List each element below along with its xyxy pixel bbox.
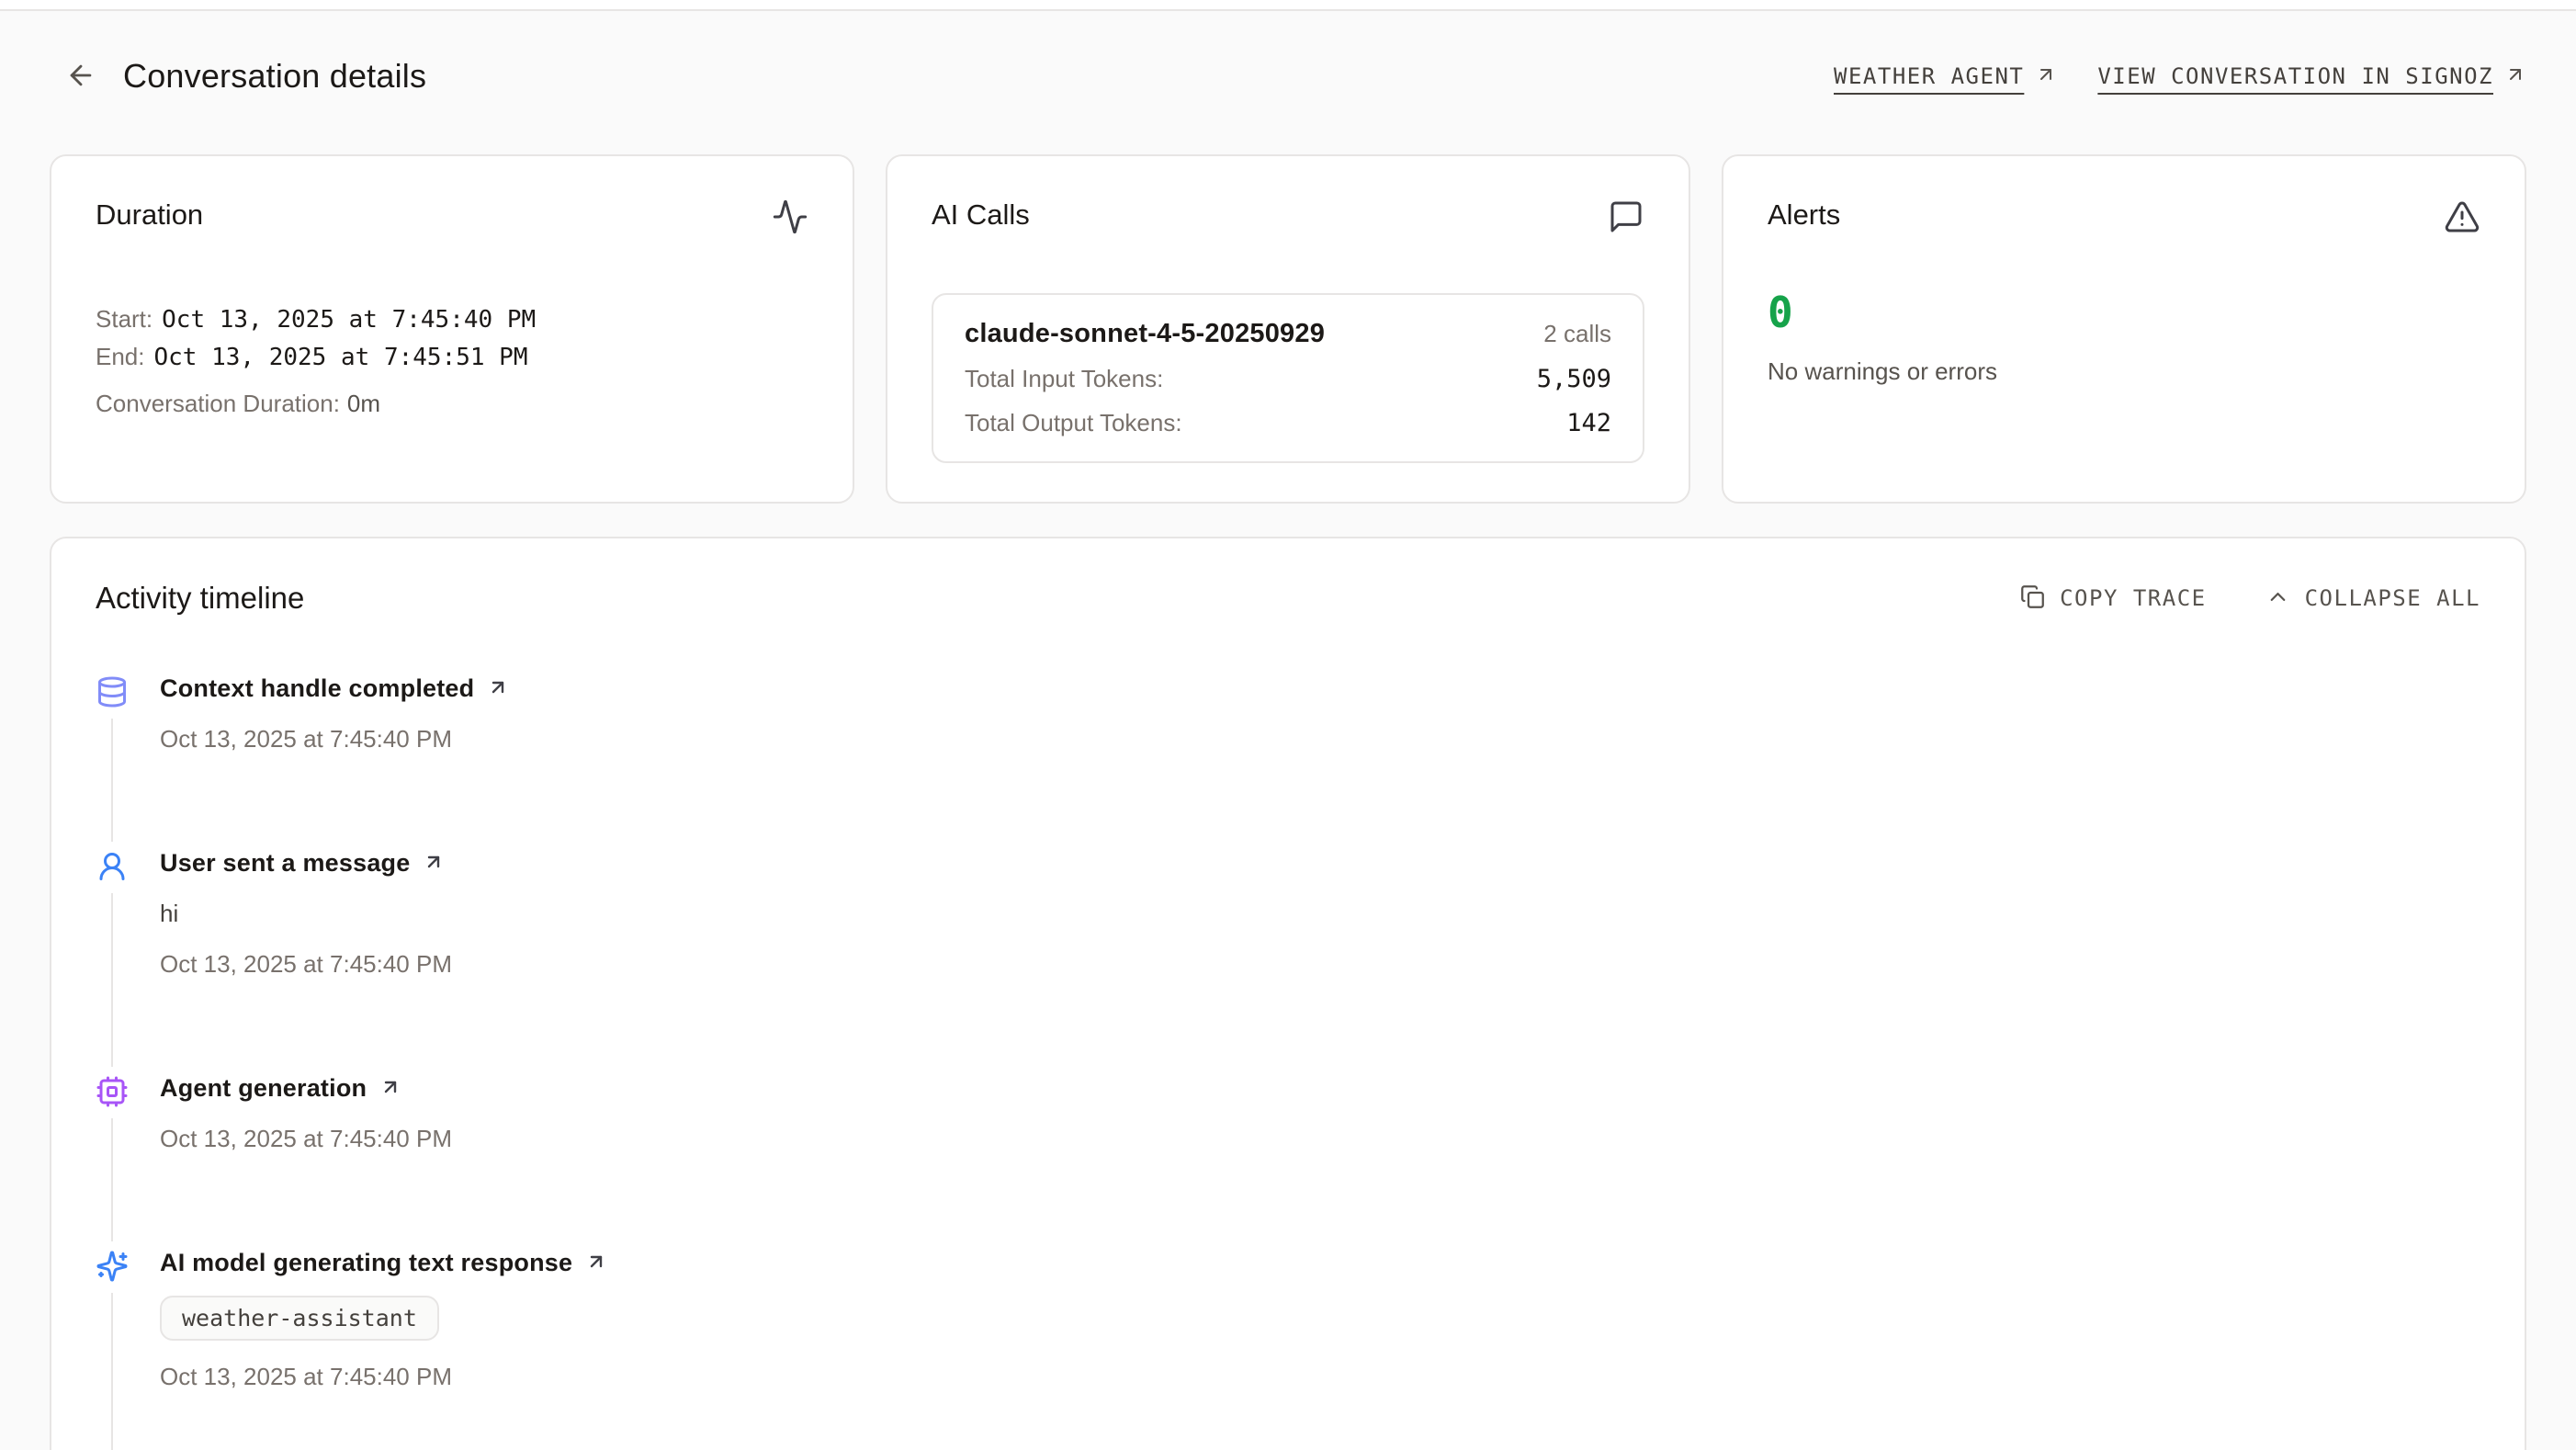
message-square-icon — [1608, 198, 1644, 240]
arrow-up-right-icon — [2504, 63, 2526, 90]
event-timestamp: Oct 13, 2025 at 7:45:40 PM — [160, 950, 452, 979]
timeline-event: Context handle completed Oct 13, 2025 at… — [96, 674, 2480, 849]
event-link[interactable]: User sent a message — [160, 849, 445, 878]
ai-calls-card: AI Calls claude-sonnet-4-5-20250929 2 ca… — [886, 154, 1690, 504]
arrow-up-right-icon — [379, 1076, 401, 1101]
activity-icon — [772, 198, 808, 240]
event-timestamp: Oct 13, 2025 at 7:45:40 PM — [160, 725, 452, 753]
weather-agent-link[interactable]: WEATHER AGENT — [1834, 63, 2057, 90]
back-button[interactable] — [62, 58, 99, 95]
copy-icon — [2020, 584, 2045, 612]
conversation-duration-value: 0m — [347, 390, 380, 417]
sparkles-icon — [96, 1250, 129, 1283]
event-link[interactable]: Context handle completed — [160, 674, 509, 703]
end-value: Oct 13, 2025 at 7:45:51 PM — [154, 344, 528, 371]
page-title: Conversation details — [123, 57, 426, 96]
duration-card-title: Duration — [96, 198, 203, 232]
collapse-all-button[interactable]: COLLAPSE ALL — [2265, 584, 2480, 612]
event-message: hi — [160, 900, 178, 928]
copy-trace-button[interactable]: COPY TRACE — [2020, 584, 2207, 612]
timeline-event: Agent generation Oct 13, 2025 at 7:45:40… — [96, 1074, 2480, 1249]
duration-start-row: Start:Oct 13, 2025 at 7:45:40 PM — [96, 300, 808, 338]
view-conversation-in-signoz-link[interactable]: VIEW CONVERSATION IN SIGNOZ — [2097, 63, 2526, 90]
timeline-event: User sent a message hi Oct 13, 2025 at 7… — [96, 849, 2480, 1074]
event-timestamp: Oct 13, 2025 at 7:45:40 PM — [160, 1363, 452, 1391]
arrow-up-right-icon — [487, 676, 509, 701]
alerts-message: No warnings or errors — [1768, 357, 2480, 386]
model-name: claude-sonnet-4-5-20250929 — [965, 319, 1325, 349]
input-tokens-label: Total Input Tokens: — [965, 365, 1163, 393]
database-icon — [96, 675, 129, 708]
user-icon — [96, 850, 129, 883]
chevron-up-icon — [2265, 584, 2290, 612]
start-value: Oct 13, 2025 at 7:45:40 PM — [162, 306, 536, 334]
model-call-count: 2 calls — [1543, 320, 1611, 348]
alerts-card-title: Alerts — [1768, 198, 1840, 232]
event-link[interactable]: AI model generating text response — [160, 1249, 607, 1277]
model-usage-box: claude-sonnet-4-5-20250929 2 calls Total… — [932, 293, 1644, 463]
timeline-events: Context handle completed Oct 13, 2025 at… — [96, 674, 2480, 1450]
page-header: Conversation details WEATHER AGENT VIEW … — [50, 57, 2526, 96]
arrow-up-right-icon — [585, 1251, 607, 1275]
arrow-up-right-icon — [2035, 63, 2057, 90]
activity-timeline-card: Activity timeline COPY TRACE COLLAPSE AL… — [50, 537, 2526, 1450]
input-tokens-value: 5,509 — [1537, 365, 1611, 393]
arrow-left-icon — [65, 60, 96, 94]
cpu-icon — [96, 1075, 129, 1108]
conversation-duration-row: Conversation Duration:0m — [96, 385, 808, 422]
duration-card: Duration Start:Oct 13, 2025 at 7:45:40 P… — [50, 154, 854, 504]
output-tokens-value: 142 — [1566, 409, 1611, 437]
timeline-event: AI model generating text response weathe… — [96, 1249, 2480, 1450]
timeline-title: Activity timeline — [96, 581, 304, 616]
duration-end-row: End:Oct 13, 2025 at 7:45:51 PM — [96, 338, 808, 376]
alerts-card: Alerts 0 No warnings or errors — [1722, 154, 2526, 504]
alerts-count: 0 — [1768, 288, 2480, 337]
event-timestamp: Oct 13, 2025 at 7:45:40 PM — [160, 1125, 452, 1153]
event-link[interactable]: Agent generation — [160, 1074, 401, 1103]
ai-calls-card-title: AI Calls — [932, 198, 1030, 232]
output-tokens-label: Total Output Tokens: — [965, 409, 1182, 437]
top-window-edge — [0, 0, 2576, 11]
triangle-alert-icon — [2444, 198, 2480, 240]
stat-cards-row: Duration Start:Oct 13, 2025 at 7:45:40 P… — [50, 154, 2526, 504]
arrow-up-right-icon — [423, 851, 445, 876]
agent-name-badge: weather-assistant — [160, 1296, 439, 1341]
